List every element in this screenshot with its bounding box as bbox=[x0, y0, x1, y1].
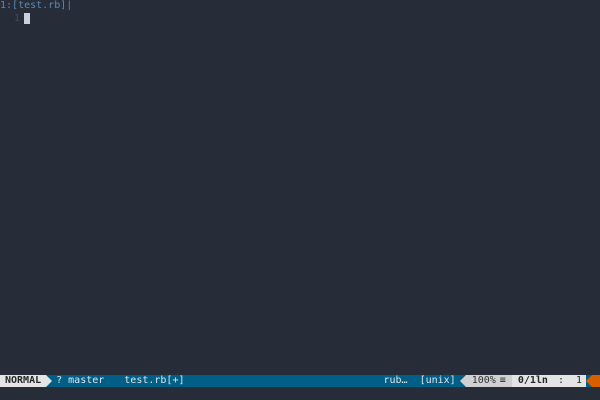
text-cursor bbox=[24, 12, 30, 24]
file-format: [unix] bbox=[411, 375, 460, 387]
file-type: rub… bbox=[379, 375, 412, 387]
branch-icon: ? bbox=[56, 375, 63, 386]
warning-indicator bbox=[592, 375, 600, 387]
tab-test-rb[interactable]: [test.rb] bbox=[12, 0, 66, 12]
vim-window: 1: [test.rb] | 1 NORMAL ? master test.rb… bbox=[0, 0, 600, 400]
file-name: test.rb[+] bbox=[110, 375, 191, 387]
column-separator: : bbox=[557, 375, 564, 386]
editor-buffer[interactable]: 1 bbox=[0, 12, 600, 374]
column-info: : 1 bbox=[553, 375, 586, 387]
git-branch: ? master bbox=[52, 375, 111, 387]
editor-line: 1 bbox=[0, 12, 30, 24]
column-number: 1 bbox=[575, 375, 582, 386]
tab-end-separator: | bbox=[66, 0, 73, 11]
percent-value: 100% bbox=[471, 375, 496, 386]
line-info: 0/1ln bbox=[511, 375, 554, 387]
tab-number: 1: bbox=[0, 0, 13, 11]
line-number: 1 bbox=[13, 12, 20, 24]
mode-indicator: NORMAL bbox=[0, 375, 47, 387]
command-line[interactable] bbox=[0, 388, 600, 400]
statusline-spacer bbox=[190, 375, 380, 387]
scroll-percent: 100% ≡ bbox=[465, 375, 512, 387]
tabline: 1: [test.rb] | bbox=[0, 0, 72, 12]
statusline: NORMAL ? master test.rb[+] rub… [unix] 1… bbox=[0, 375, 600, 387]
menu-lines-icon: ≡ bbox=[499, 375, 506, 386]
branch-name: master bbox=[68, 375, 105, 386]
